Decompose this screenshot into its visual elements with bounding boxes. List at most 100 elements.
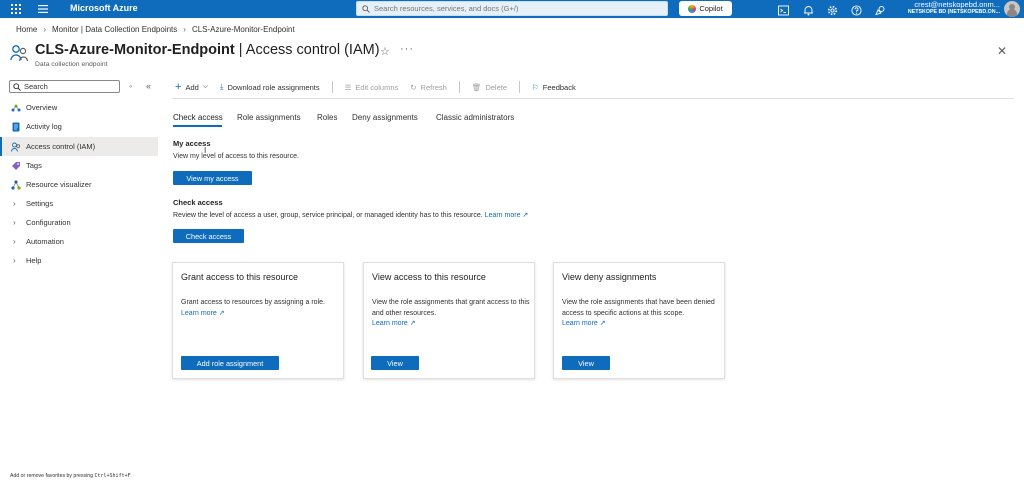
feedback-button[interactable]: ⚐ Feedback (532, 83, 576, 92)
favorites-hint-text: Add or remove favorites by pressing (10, 473, 95, 479)
close-icon[interactable]: ✕ (997, 44, 1007, 58)
sidebar-item-automation[interactable]: › Automation (0, 232, 158, 251)
add-button[interactable]: + Add ⌵ (175, 81, 208, 93)
download-role-assignments-button[interactable]: ⤓ Download role assignments (220, 82, 319, 92)
cloud-shell-icon[interactable] (778, 3, 790, 16)
refresh-button[interactable]: ↻ Refresh (410, 83, 447, 92)
copilot-label: Copilot (699, 4, 723, 13)
tab-role-assignments[interactable]: Role assignments (237, 113, 301, 122)
card-description: View the role assignments that grant acc… (372, 298, 532, 330)
sidebar-item-label: Help (26, 256, 42, 265)
chevron-down-icon: ⌵ (202, 83, 209, 90)
chevron-right-icon: › (13, 237, 16, 246)
toolbar-divider (519, 81, 521, 93)
collapse-sidebar-icon[interactable]: « (146, 81, 151, 91)
favorite-star-icon[interactable]: ☆ (380, 45, 390, 58)
view-access-card: View access to this resource View the ro… (363, 262, 535, 379)
learn-more-label: Learn more (372, 320, 408, 327)
sidebar-item-help[interactable]: › Help (0, 251, 158, 270)
settings-gear-icon[interactable] (827, 3, 839, 16)
sidebar-item-label: Automation (26, 237, 64, 246)
tab-check-access[interactable]: Check access (173, 113, 223, 122)
tab-deny-assignments[interactable]: Deny assignments (352, 113, 418, 122)
sidebar-item-overview[interactable]: Overview (0, 98, 158, 117)
check-access-description: Review the level of access a user, group… (173, 212, 483, 219)
card-learn-more-link[interactable]: Learn more ↗ (181, 310, 225, 317)
sidebar-item-label: Overview (26, 103, 58, 112)
add-role-assignment-button[interactable]: Add role assignment (181, 356, 279, 370)
refresh-label: Refresh (420, 82, 447, 92)
avatar[interactable] (1004, 1, 1020, 17)
visualizer-icon (11, 179, 21, 190)
iam-people-icon (10, 44, 30, 62)
check-access-description-row: Review the level of access a user, group… (173, 211, 528, 219)
sidebar-item-resource-visualizer[interactable]: Resource visualizer (0, 175, 158, 194)
sidebar-item-settings[interactable]: › Settings (0, 194, 158, 213)
account-menu[interactable]: crest@netskopebd.onm... NETSKOPE BD (NET… (896, 1, 1000, 16)
feedback-icon[interactable] (875, 3, 887, 16)
global-search[interactable] (356, 1, 668, 16)
toolbar-divider (458, 81, 460, 93)
delete-button[interactable]: 🗑 Delete (472, 83, 507, 92)
sidebar-item-label: Tags (26, 161, 42, 170)
help-icon[interactable] (851, 3, 863, 16)
edit-columns-button[interactable]: ☰ Edit columns (345, 83, 399, 92)
favorites-hint: Add or remove favorites by pressing Ctrl… (10, 473, 131, 479)
page-title-section: | Access control (IAM) (234, 42, 380, 58)
external-link-icon: ↗ (218, 309, 225, 317)
account-directory: NETSKOPE BD (NETSKOPEBD.ON... (907, 9, 1000, 15)
tab-roles[interactable]: Roles (317, 113, 337, 122)
check-access-heading: Check access (173, 198, 223, 207)
notifications-bell-icon[interactable] (803, 3, 815, 16)
view-my-access-button[interactable]: View my access (173, 171, 252, 185)
sidebar-item-label: Activity log (26, 122, 62, 131)
check-access-learn-more-link[interactable]: Learn more ↗ (485, 212, 529, 219)
external-link-icon: ↗ (599, 320, 606, 327)
sidebar-item-activity-log[interactable]: Activity log (0, 117, 158, 136)
waffle-menu-icon[interactable] (10, 3, 22, 15)
chevron-right-icon: › (183, 25, 186, 34)
sidebar-item-tags[interactable]: Tags (0, 156, 158, 175)
add-label: Add (185, 82, 199, 92)
card-description: View the role assignments that have been… (562, 298, 722, 330)
tab-classic-administrators[interactable]: Classic administrators (436, 113, 514, 122)
view-deny-assignments-button[interactable]: View (562, 356, 610, 370)
breadcrumb-monitor[interactable]: Monitor | Data Collection Endpoints (52, 25, 177, 34)
page-title: CLS-Azure-Monitor-Endpoint | Access cont… (35, 42, 380, 58)
more-options-icon[interactable]: ··· (400, 43, 414, 55)
card-learn-more-link[interactable]: Learn more ↗ (562, 320, 606, 327)
activity-log-icon (12, 122, 20, 131)
search-input[interactable] (374, 4, 654, 13)
card-title: Grant access to this resource (181, 272, 299, 282)
card-description-text: View the role assignments that grant acc… (372, 299, 530, 317)
sidebar-item-label: Resource visualizer (26, 180, 92, 189)
sidebar-item-label: Settings (26, 199, 54, 208)
azure-brand[interactable]: Microsoft Azure (70, 3, 138, 13)
breadcrumb-home[interactable]: Home (16, 25, 37, 34)
sidebar-item-access-control[interactable]: Access control (IAM) (0, 137, 158, 156)
learn-more-label: Learn more (181, 309, 217, 317)
account-name: crest@netskopebd.onm... (914, 0, 1000, 9)
copilot-button[interactable]: Copilot (679, 1, 732, 16)
toolbar-divider (331, 81, 333, 93)
page-title-resource: CLS-Azure-Monitor-Endpoint (35, 42, 235, 58)
card-learn-more-link[interactable]: Learn more ↗ (372, 320, 416, 327)
breadcrumb-endpoint[interactable]: CLS-Azure-Monitor-Endpoint (192, 25, 295, 34)
edit-columns-icon: ☰ (344, 82, 352, 92)
sidebar-item-label: Access control (IAM) (26, 142, 96, 151)
chevron-right-icon: › (13, 199, 16, 208)
sidebar-item-configuration[interactable]: › Configuration (0, 213, 158, 232)
sidebar-options-icon[interactable]: ◦ (129, 81, 132, 91)
copilot-icon (688, 4, 697, 13)
sidebar-search-input[interactable] (24, 82, 114, 91)
check-access-button[interactable]: Check access (173, 229, 244, 243)
learn-more-label: Learn more (484, 212, 521, 219)
delete-label: Delete (485, 82, 508, 92)
sidebar-search[interactable] (9, 80, 120, 93)
chevron-right-icon: › (13, 256, 16, 265)
view-role-assignments-button[interactable]: View (371, 356, 419, 370)
view-deny-assignments-card: View deny assignments View the role assi… (553, 262, 725, 379)
trash-icon: 🗑 (471, 82, 482, 92)
card-title: View access to this resource (372, 272, 486, 282)
hamburger-menu-icon[interactable] (37, 3, 49, 15)
